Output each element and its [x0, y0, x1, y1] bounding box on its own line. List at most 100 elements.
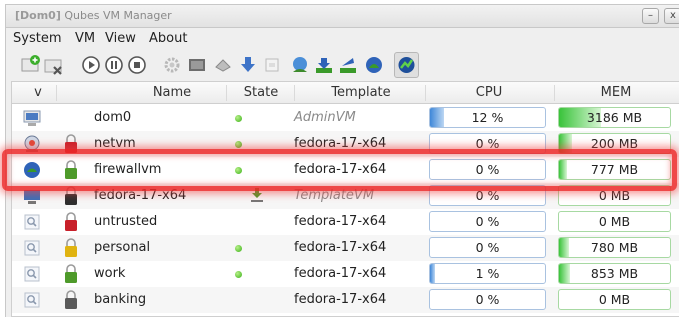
firewall-icon — [316, 58, 332, 73]
remove-vm-button[interactable] — [43, 54, 65, 76]
download-state-icon — [250, 187, 264, 203]
vm-template: TemplateVM — [294, 188, 375, 203]
vm-template: AdminVM — [294, 110, 356, 125]
run-command-button[interactable] — [186, 54, 208, 76]
column-separator — [226, 85, 227, 101]
cpu-usage-bar: 0 % — [429, 133, 546, 154]
stop-vm-icon — [128, 56, 146, 74]
update-icon — [241, 57, 255, 72]
cpu-usage-bar: 0 % — [429, 159, 546, 180]
running-state-icon — [235, 115, 242, 122]
vm-name: work — [94, 266, 126, 281]
cpu-usage-bar: 12 % — [429, 107, 546, 128]
window-title-host: [Dom0] — [15, 9, 61, 22]
menu-view[interactable]: View — [105, 31, 136, 46]
close-button[interactable]: x — [664, 8, 679, 24]
mem-usage-value: 200 MB — [590, 136, 639, 151]
stop-vm-button[interactable] — [126, 54, 148, 76]
column-separator — [56, 85, 57, 101]
table-row[interactable]: work fedora-17-x64 1 % 853 MB — [12, 261, 679, 287]
global-settings-button[interactable] — [289, 54, 311, 76]
cpu-usage-bar: 0 % — [429, 211, 546, 232]
create-vm-button[interactable] — [20, 54, 42, 76]
remove-vm-icon — [44, 59, 62, 75]
table-row[interactable]: dom0 AdminVM 12 % 3186 MB — [12, 105, 679, 131]
sort-column-header[interactable]: v — [30, 85, 46, 100]
admin-vm-icon — [22, 108, 42, 128]
mem-usage-value: 853 MB — [590, 266, 639, 281]
vm-table: v Name State Template CPU MEM dom0 AdminV… — [11, 81, 679, 317]
toolbar — [6, 50, 679, 80]
restore-button[interactable] — [363, 54, 385, 76]
cpu-usage-bar: 0 % — [429, 289, 546, 310]
table-row[interactable]: netvm fedora-17-x64 0 % 200 MB — [12, 131, 679, 157]
table-row[interactable]: fedora-17-x64 TemplateVM 0 % 0 MB — [12, 183, 679, 209]
lock-icon — [64, 159, 78, 180]
template-vm-icon — [22, 186, 42, 206]
lock-icon — [64, 237, 78, 258]
column-header-state[interactable]: State — [229, 85, 293, 100]
mem-usage-bar: 3186 MB — [558, 107, 671, 128]
mem-usage-bar: 853 MB — [558, 263, 671, 284]
cpu-usage-value: 12 % — [471, 110, 504, 125]
log-icon — [265, 58, 279, 72]
start-vm-button[interactable] — [80, 54, 102, 76]
mem-usage-bar: 780 MB — [558, 237, 671, 258]
column-header-cpu[interactable]: CPU — [430, 85, 548, 100]
table-row[interactable]: banking fedora-17-x64 0 % 0 MB — [12, 287, 679, 313]
lock-icon — [64, 289, 78, 310]
vm-template: fedora-17-x64 — [294, 240, 387, 255]
show-cpu-icon — [398, 57, 415, 73]
create-vm-icon — [21, 55, 40, 72]
lock-icon — [64, 185, 78, 206]
main-window: System VM View About v Name State Templa… — [5, 28, 679, 317]
show-cpu-toggle[interactable] — [394, 52, 419, 78]
vm-template: fedora-17-x64 — [294, 162, 387, 177]
backup-button[interactable] — [337, 54, 359, 76]
cpu-usage-bar: 1 % — [429, 263, 546, 284]
mem-usage-value: 780 MB — [590, 240, 639, 255]
cpu-usage-value: 0 % — [475, 292, 500, 307]
vm-template: fedora-17-x64 — [294, 136, 387, 151]
column-separator — [294, 85, 295, 101]
column-header-template[interactable]: Template — [302, 85, 420, 100]
menu-bar: System VM View About — [6, 28, 679, 50]
menu-about[interactable]: About — [149, 31, 187, 46]
pause-vm-button[interactable] — [103, 54, 125, 76]
table-row[interactable]: personal fedora-17-x64 0 % 780 MB — [12, 235, 679, 261]
table-row[interactable]: firewallvm fedora-17-x64 0 % 777 MB — [12, 157, 679, 183]
mem-usage-bar: 0 MB — [558, 211, 671, 232]
settings-icon — [164, 57, 180, 73]
cpu-usage-bar: 0 % — [429, 237, 546, 258]
log-button[interactable] — [261, 54, 283, 76]
vm-name: netvm — [94, 136, 136, 151]
table-row[interactable]: untrusted fedora-17-x64 0 % 0 MB — [12, 209, 679, 235]
firewall-button[interactable] — [313, 54, 335, 76]
minimize-icon: – — [648, 10, 653, 21]
firewallvm-icon — [22, 160, 42, 180]
mem-usage-value: 0 MB — [598, 292, 631, 307]
global-settings-icon — [293, 57, 307, 72]
table-header: v Name State Template CPU MEM — [12, 82, 679, 104]
close-icon: x — [670, 10, 676, 21]
column-header-mem[interactable]: MEM — [560, 85, 672, 100]
running-state-icon — [235, 141, 242, 148]
settings-button[interactable] — [161, 54, 183, 76]
cpu-usage-value: 0 % — [475, 240, 500, 255]
attach-device-button[interactable] — [212, 54, 234, 76]
window-titlebar[interactable]: [Dom0] Qubes VM Manager – x — [5, 4, 679, 28]
menu-system[interactable]: System — [13, 31, 61, 46]
update-button[interactable] — [237, 54, 259, 76]
cpu-usage-value: 0 % — [475, 136, 500, 151]
appvm-icon — [22, 212, 42, 232]
vm-name: dom0 — [94, 110, 132, 125]
column-header-name[interactable]: Name — [122, 85, 222, 100]
appvm-icon — [22, 238, 42, 258]
minimize-button[interactable]: – — [642, 8, 659, 24]
window-title-app: Qubes VM Manager — [64, 9, 172, 22]
mem-usage-value: 3186 MB — [586, 110, 643, 125]
cpu-usage-value: 1 % — [475, 266, 500, 281]
menu-vm[interactable]: VM — [75, 31, 95, 46]
netvm-icon — [22, 134, 42, 154]
lock-icon — [64, 211, 78, 232]
